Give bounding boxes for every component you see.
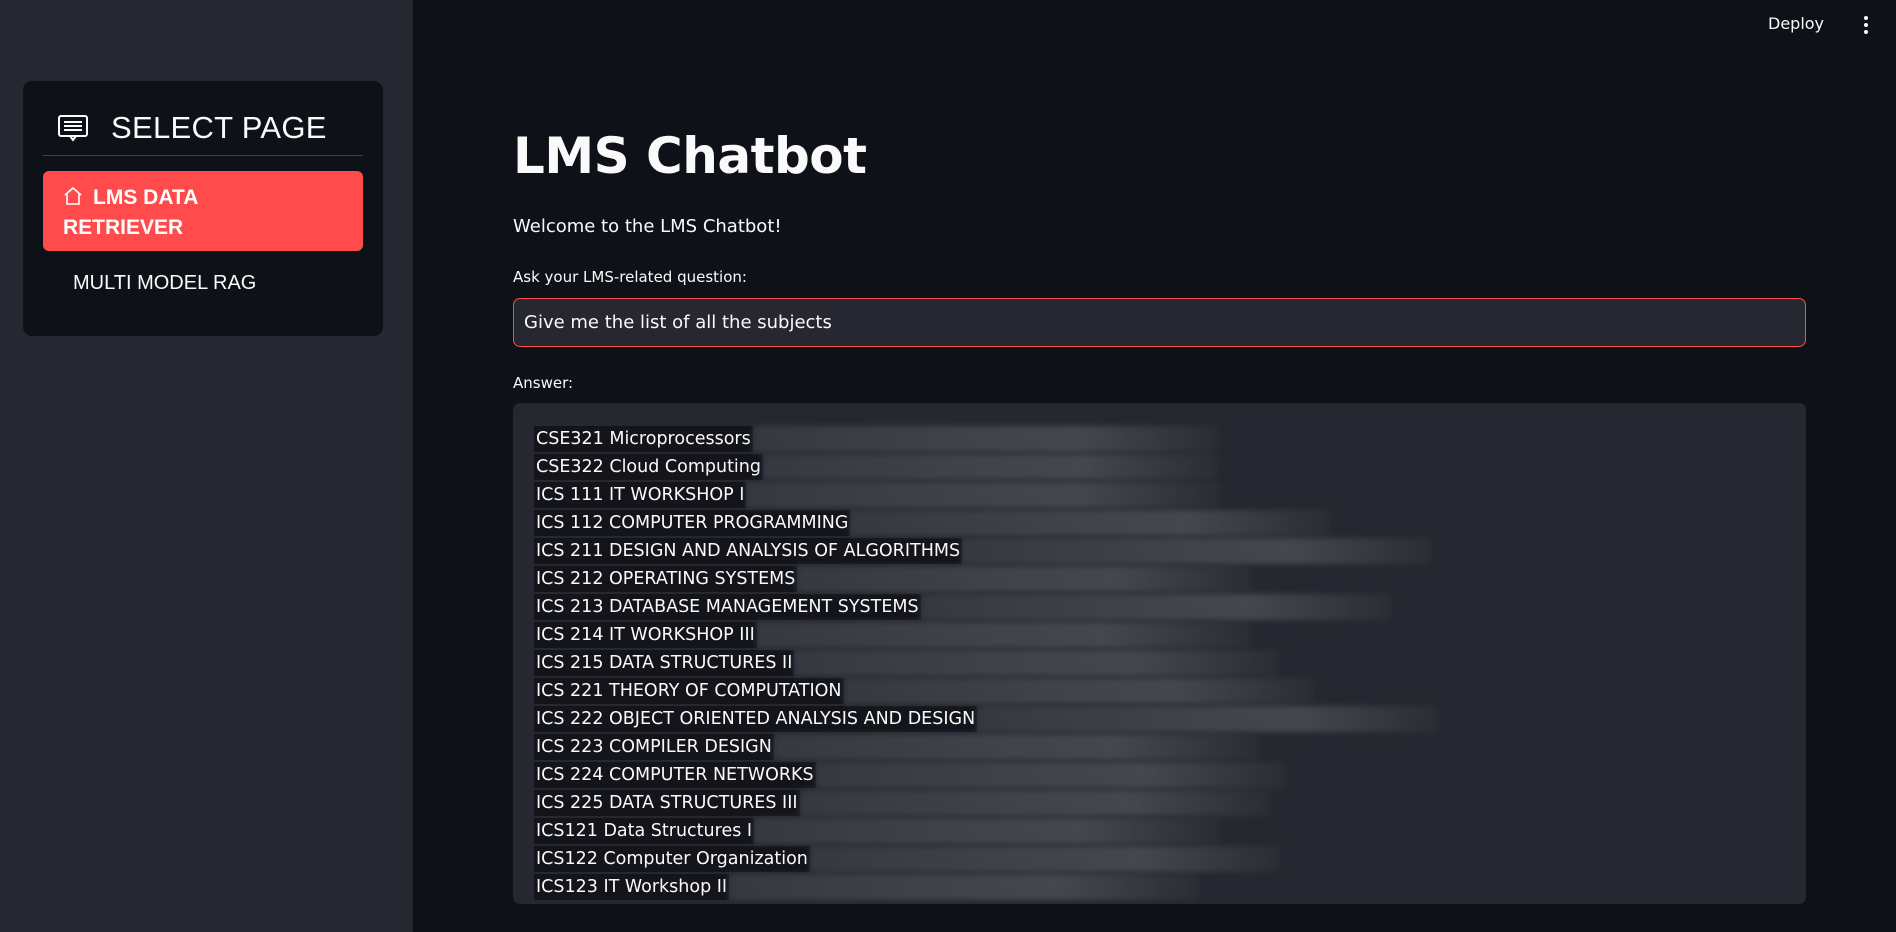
answer-line: ICS121 Data Structures I — [534, 817, 1785, 845]
redacted-text — [729, 874, 1200, 900]
menu-item-multi-model-rag[interactable]: MULTI MODEL RAG — [43, 266, 363, 306]
answer-line-text: ICS 213 DATABASE MANAGEMENT SYSTEMS — [534, 594, 921, 620]
main-content: LMS Chatbot Welcome to the LMS Chatbot! … — [513, 0, 1806, 932]
answer-line-text: ICS 223 COMPILER DESIGN — [534, 734, 774, 760]
redacted-text — [746, 482, 1222, 508]
answer-line-text: ICS 225 DATA STRUCTURES III — [534, 790, 800, 816]
question-label: Ask your LMS-related question: — [513, 268, 747, 286]
answer-line: ICS 212 OPERATING SYSTEMS — [534, 565, 1785, 593]
answer-line: ICS 225 DATA STRUCTURES III — [534, 789, 1785, 817]
answer-line: ICS 214 IT WORKSHOP III — [534, 621, 1785, 649]
redacted-text — [850, 510, 1331, 536]
answer-line-text: ICS121 Data Structures I — [534, 818, 755, 844]
home-icon — [63, 185, 83, 205]
redacted-text — [756, 622, 1252, 648]
redacted-text — [962, 538, 1433, 564]
answer-line: ICS 112 COMPUTER PROGRAMMING — [534, 509, 1785, 537]
sidebar: SELECT PAGE LMS DATA RETRIEVER MULTI MOD… — [0, 0, 413, 932]
redacted-text — [809, 846, 1280, 872]
redacted-text — [752, 426, 1218, 452]
menu-item-label-line2: RETRIEVER — [63, 216, 184, 239]
redacted-text — [920, 594, 1391, 620]
menu-title: SELECT PAGE — [111, 110, 327, 145]
answer-line: CSE321 Microprocessors — [534, 425, 1785, 453]
redacted-text — [977, 706, 1438, 732]
answer-line: ICS 215 DATA STRUCTURES II — [534, 649, 1785, 677]
menu-item-lms-data-retriever[interactable]: LMS DATA RETRIEVER — [43, 171, 363, 251]
welcome-text: Welcome to the LMS Chatbot! — [513, 216, 782, 237]
answer-line-text: ICS 214 IT WORKSHOP III — [534, 622, 757, 648]
menu-item-label: LMS DATA — [93, 186, 199, 209]
redacted-text — [794, 650, 1280, 676]
answer-line: ICS 222 OBJECT ORIENTED ANALYSIS AND DES… — [534, 705, 1785, 733]
answer-line-text: ICS 112 COMPUTER PROGRAMMING — [534, 510, 851, 536]
redacted-text — [815, 762, 1286, 788]
answer-line: ICS 111 IT WORKSHOP I — [534, 481, 1785, 509]
page-menu: SELECT PAGE LMS DATA RETRIEVER MULTI MOD… — [23, 81, 383, 336]
redacted-text — [843, 678, 1314, 704]
menu-header: SELECT PAGE — [43, 101, 363, 156]
answer-line-text: ICS 212 OPERATING SYSTEMS — [534, 566, 798, 592]
answer-line: ICS 221 THEORY OF COMPUTATION — [534, 677, 1785, 705]
answer-line: ICS123 IT Workshop II — [534, 873, 1785, 901]
app-window: SELECT PAGE LMS DATA RETRIEVER MULTI MOD… — [0, 0, 1896, 932]
page-title: LMS Chatbot — [513, 127, 867, 185]
answer-line-text: CSE321 Microprocessors — [534, 426, 753, 452]
answer-line-text: ICS 111 IT WORKSHOP I — [534, 482, 747, 508]
menu-item-label: MULTI MODEL RAG — [73, 272, 257, 294]
answer-line: ICS 211 DESIGN AND ANALYSIS OF ALGORITHM… — [534, 537, 1785, 565]
answer-line: ICS122 Computer Organization — [534, 845, 1785, 873]
answer-line-text: ICS 211 DESIGN AND ANALYSIS OF ALGORITHM… — [534, 538, 963, 564]
answer-label: Answer: — [513, 374, 574, 392]
page-list-icon — [57, 112, 89, 144]
question-input[interactable] — [513, 298, 1806, 347]
answer-textarea[interactable]: CSE321 Microprocessors CSE322 Cloud Comp… — [513, 403, 1806, 904]
redacted-text — [773, 734, 1259, 760]
answer-line-text: ICS 221 THEORY OF COMPUTATION — [534, 678, 844, 704]
answer-line: ICS 224 COMPUTER NETWORKS — [534, 761, 1785, 789]
answer-line: CSE322 Cloud Computing — [534, 453, 1785, 481]
redacted-text — [799, 790, 1270, 816]
answer-line: ICS 213 DATABASE MANAGEMENT SYSTEMS — [534, 593, 1785, 621]
answer-line-text: ICS 215 DATA STRUCTURES II — [534, 650, 795, 676]
answer-line-text: ICS122 Computer Organization — [534, 846, 810, 872]
answer-line-text: CSE322 Cloud Computing — [534, 454, 763, 480]
redacted-text — [754, 818, 1220, 844]
answer-line-text: ICS123 IT Workshop II — [534, 874, 730, 900]
answer-line-text: ICS 222 OBJECT ORIENTED ANALYSIS AND DES… — [534, 706, 978, 732]
redacted-text — [797, 566, 1253, 592]
redacted-text — [763, 454, 1218, 480]
answer-line: ICS 223 COMPILER DESIGN — [534, 733, 1785, 761]
kebab-menu-icon[interactable] — [1860, 14, 1872, 36]
resize-handle-icon[interactable] — [1797, 895, 1805, 904]
answer-line-text: ICS 224 COMPUTER NETWORKS — [534, 762, 816, 788]
